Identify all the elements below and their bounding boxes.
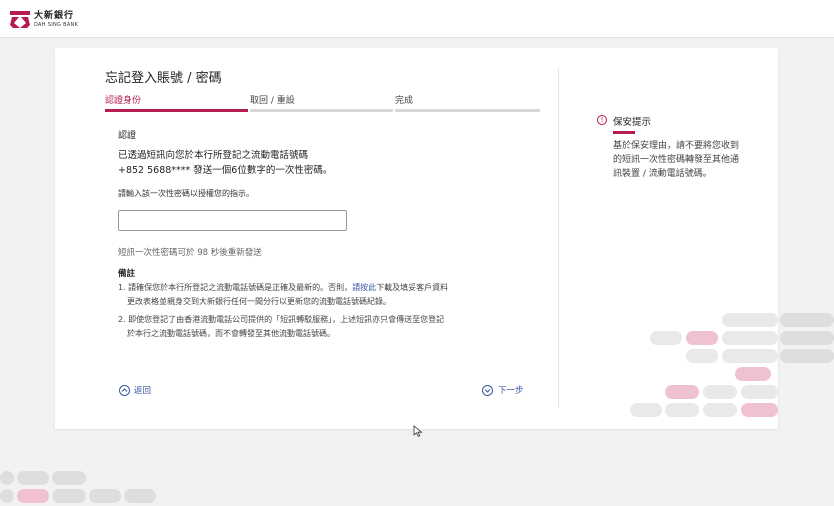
otp-input[interactable] [118,210,347,231]
decor-pill [780,349,834,363]
download-form-link[interactable]: 請按此 [352,283,376,292]
step-verify-identity: 認證身份 [105,96,142,106]
note-2-line1: 2. 即使您登記了由香港流動電話公司提供的「短訊轉駁服務」，上述短訊亦只會傳送至… [118,315,445,324]
decor-pill [722,331,778,345]
info-icon: ! [597,115,607,125]
sms-description-line1: 已透過短訊向您於本行所登記之流動電話號碼 [118,150,309,161]
decor-pill [17,471,49,485]
bank-logo[interactable]: 大新銀行 DAH SING BANK [10,11,78,28]
otp-instruction: 請輸入該一次性密碼以授權您的指示。 [118,189,254,198]
step-bar-retrieve [250,109,393,112]
note-1-line2: 更改表格並親身交到大新銀行任何一間分行以更新您的流動電話號碼紀錄。 [127,297,391,306]
back-label: 返回 [134,386,152,396]
security-tips-text: 基於保安理由，請不要將您收到的短訊一次性密碼轉發至其他通訊裝置 / 流動電話號碼… [613,141,740,179]
decor-pill [630,403,662,417]
decor-pill [741,385,778,399]
decor-pill [741,403,778,417]
note-1-text: 1. 請確保您於本行所登記之流動電話號碼是正確及最新的。否則， [118,283,353,292]
decor-pill [665,385,699,399]
section-title: 認證 [118,131,137,141]
back-button[interactable]: 返回 [119,384,151,396]
decor-pill [52,471,86,485]
decor-pill [124,489,156,503]
mouse-cursor-icon [413,425,423,437]
column-divider [558,68,559,408]
decor-pill [780,331,834,345]
dah-sing-logo-icon [10,11,30,28]
security-tips-title: 保安提示 [613,117,652,128]
decor-pill [703,385,737,399]
next-label: 下一步 [498,386,524,396]
step-bar-verify [105,109,248,112]
decor-pill [89,489,121,503]
note-1-text-b: 下載及填妥客戶資料 [376,283,449,292]
logo-name-en: DAH SING BANK [34,21,79,28]
main-card: 忘記登入賬號 / 密碼 認證身份 取回 / 重設 完成 認證 已透過短訊向您於本… [55,48,778,429]
decor-pill [0,471,14,485]
step-retrieve-reset: 取回 / 重設 [250,96,295,106]
notes-title: 備註 [118,269,136,279]
decor-pill [703,403,737,417]
decor-pill [735,367,771,381]
logo-name-zh: 大新銀行 [34,10,75,21]
chevron-up-icon [119,384,130,396]
decor-pill [780,313,834,327]
decor-pill [650,331,682,345]
sms-description-line2: +852 5688**** 發送一個6位數字的一次性密碼。 [118,165,333,176]
decor-pill [722,349,778,363]
step-complete: 完成 [395,96,414,106]
decor-pill [17,489,49,503]
step-bar-complete [395,109,540,112]
resend-countdown: 短訊一次性密碼可於 98 秒後重新發送 [118,248,262,258]
top-bar: 大新銀行 DAH SING BANK [0,0,834,38]
decor-pill [52,489,86,503]
decor-pill [722,313,778,327]
page-title: 忘記登入賬號 / 密碼 [105,71,222,86]
decor-pill [0,489,14,503]
security-tips-underline [613,131,635,134]
decor-pill [686,331,718,345]
chevron-down-icon [482,384,493,396]
note-1-line1: 1. 請確保您於本行所登記之流動電話號碼是正確及最新的。否則，請按此下載及填妥客… [118,281,448,294]
next-button[interactable]: 下一步 [482,384,524,396]
decor-pill [665,403,699,417]
note-2-line2: 於本行之流動電話號碼，而不會轉發至其他流動電話號碼。 [127,329,335,338]
decor-pill [686,349,718,363]
